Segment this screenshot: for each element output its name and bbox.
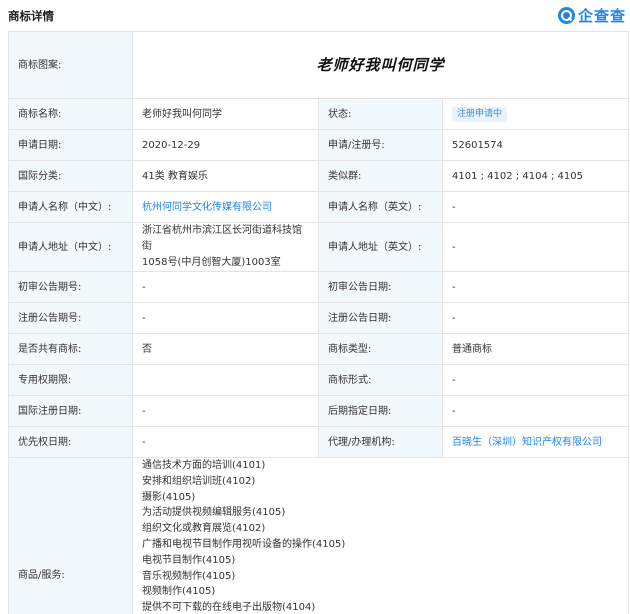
row-period-form: 专用权期限: 商标形式: -	[8, 364, 630, 396]
goods-item: 通信技术方面的培训(4101)	[142, 460, 266, 471]
value-prelim-pub-date: -	[441, 271, 630, 303]
value-apply-date: 2020-12-29	[132, 129, 319, 161]
goods-item: 广播和电视节目制作用视听设备的操作(4105)	[142, 538, 346, 550]
goods-item: 电视节目制作(4105)	[142, 554, 236, 566]
logo-text: 企查查	[577, 6, 626, 25]
label-prelim-pub-date: 初审公告日期:	[318, 271, 443, 303]
label-intl-class: 国际分类:	[8, 160, 133, 192]
agent-cell: 百晓生（深圳）知识产权有限公司	[441, 426, 630, 458]
value-shared: 否	[132, 333, 319, 365]
value-reg-no: 52601574	[441, 129, 630, 161]
goods-item: 音乐视频制作(4105)	[142, 570, 236, 582]
label-later-designation-date: 后期指定日期:	[318, 395, 443, 427]
value-later-designation-date: -	[441, 395, 630, 427]
trademark-pattern: 老师好我叫何同学	[131, 31, 630, 99]
row-goods: 商品/服务: 通信技术方面的培训(4101) 安排和组织培训班(4102) 摄影…	[8, 457, 630, 614]
label-applicant-cn: 申请人名称（中文）:	[8, 191, 133, 223]
address-cn-cell: 浙江省杭州市滨江区长河街道科技馆街 1058号(中月创智大厦)1003室	[132, 222, 319, 272]
goods-item: 为活动提供视频编辑服务(4105)	[142, 507, 286, 519]
goods-item: 提供不可下载的在线电子出版物(4104)	[142, 602, 316, 614]
row-shared-type: 是否共有商标: 否 商标类型: 普通商标	[8, 333, 630, 365]
goods-item: 摄影(4105)	[142, 491, 196, 503]
row-priority-agent: 优先权日期: - 代理/办理机构: 百晓生（深圳）知识产权有限公司	[8, 426, 630, 458]
address-cn-line1: 浙江省杭州市滨江区长河街道科技馆街	[142, 225, 302, 252]
label-prelim-pub-no: 初审公告期号:	[8, 271, 133, 303]
label-applicant-en: 申请人名称（英文）:	[318, 191, 443, 223]
value-similar-group: 4101 ; 4102 ; 4104 ; 4105	[441, 160, 630, 192]
value-priority-date: -	[132, 426, 319, 458]
trademark-detail-table: 商标图案: 老师好我叫何同学 商标名称: 老师好我叫何同学 状态: 注册申请中 …	[8, 31, 630, 614]
magnifier-logo-icon	[557, 6, 575, 24]
header: 商标详情 企查查	[0, 0, 630, 30]
row-applicant: 申请人名称（中文）: 杭州何同学文化传媒有限公司 申请人名称（英文）: -	[8, 191, 630, 223]
value-tm-type: 普通商标	[441, 333, 630, 365]
row-pattern: 商标图案: 老师好我叫何同学	[8, 31, 630, 99]
value-applicant-en: -	[441, 191, 630, 223]
label-address-en: 申请人地址（英文）:	[318, 222, 443, 272]
value-prelim-pub-no: -	[132, 271, 319, 303]
row-reg-pub: 注册公告期号: - 注册公告日期: -	[8, 302, 630, 334]
label-goods: 商品/服务:	[8, 457, 133, 614]
status-cell: 注册申请中	[441, 98, 630, 130]
value-exclusive-period	[132, 364, 319, 396]
label-intl-reg-date: 国际注册日期:	[8, 395, 133, 427]
label-reg-pub-date: 注册公告日期:	[318, 302, 443, 334]
goods-item: 视频制作(4105)	[142, 586, 216, 598]
value-reg-pub-no: -	[132, 302, 319, 334]
address-cn-line2: 1058号(中月创智大厦)1003室	[142, 257, 281, 268]
agent-link[interactable]: 百晓生（深圳）知识产权有限公司	[452, 437, 602, 448]
row-prelim-pub: 初审公告期号: - 初审公告日期: -	[8, 271, 630, 303]
qichacha-logo[interactable]: 企查查	[557, 5, 626, 25]
value-address-en: -	[441, 222, 630, 272]
goods-item: 安排和组织培训班(4102)	[142, 475, 256, 487]
label-reg-no: 申请/注册号:	[318, 129, 443, 161]
row-name-status: 商标名称: 老师好我叫何同学 状态: 注册申请中	[8, 98, 630, 130]
applicant-cn-cell: 杭州何同学文化传媒有限公司	[132, 191, 319, 223]
row-address: 申请人地址（中文）: 浙江省杭州市滨江区长河街道科技馆街 1058号(中月创智大…	[8, 222, 630, 272]
label-apply-date: 申请日期:	[8, 129, 133, 161]
label-pattern: 商标图案:	[8, 31, 133, 99]
label-tm-type: 商标类型:	[318, 333, 443, 365]
row-class-group: 国际分类: 41类 教育娱乐 类似群: 4101 ; 4102 ; 4104 ;…	[8, 160, 630, 192]
label-agent: 代理/办理机构:	[318, 426, 443, 458]
status-badge: 注册申请中	[452, 107, 508, 122]
label-shared: 是否共有商标:	[8, 333, 133, 365]
row-intl-later: 国际注册日期: - 后期指定日期: -	[8, 395, 630, 427]
label-tm-form: 商标形式:	[318, 364, 443, 396]
value-intl-class: 41类 教育娱乐	[132, 160, 319, 192]
trademark-pattern-text: 老师好我叫何同学	[316, 55, 445, 74]
label-name: 商标名称:	[8, 98, 133, 130]
value-reg-pub-date: -	[441, 302, 630, 334]
goods-list: 通信技术方面的培训(4101) 安排和组织培训班(4102) 摄影(4105) …	[131, 457, 630, 614]
value-intl-reg-date: -	[132, 395, 319, 427]
label-similar-group: 类似群:	[318, 160, 443, 192]
value-tm-form: -	[441, 364, 630, 396]
page-title: 商标详情	[8, 9, 54, 23]
applicant-cn-link[interactable]: 杭州何同学文化传媒有限公司	[142, 202, 272, 213]
row-date-regno: 申请日期: 2020-12-29 申请/注册号: 52601574	[8, 129, 630, 161]
label-status: 状态:	[318, 98, 443, 130]
label-reg-pub-no: 注册公告期号:	[8, 302, 133, 334]
label-address-cn: 申请人地址（中文）:	[8, 222, 133, 272]
goods-item: 组织文化或教育展览(4102)	[142, 523, 266, 535]
value-name: 老师好我叫何同学	[132, 98, 319, 130]
label-priority-date: 优先权日期:	[8, 426, 133, 458]
label-exclusive-period: 专用权期限:	[8, 364, 133, 396]
